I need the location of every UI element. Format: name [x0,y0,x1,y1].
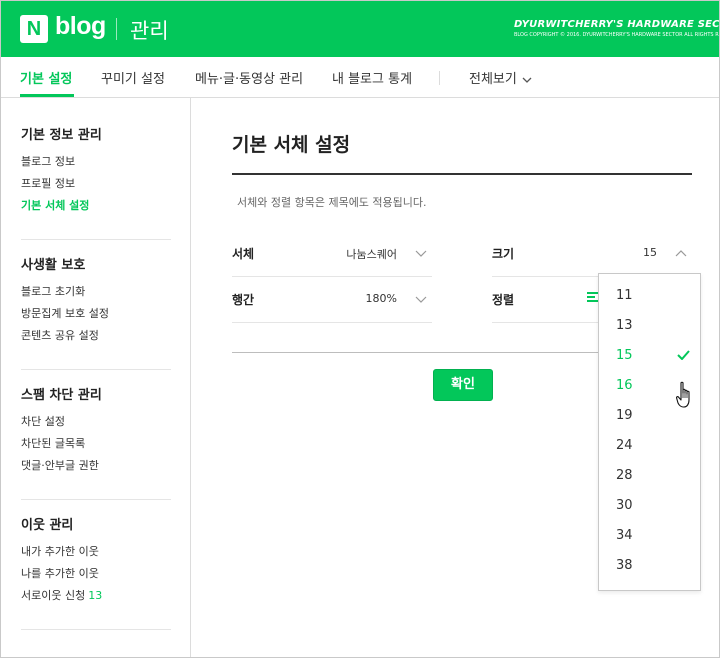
view-all-menu[interactable]: 전체보기 [469,68,532,87]
size-option[interactable]: 30 [599,491,700,521]
sidebar-item-added-me[interactable]: 나를 추가한 이웃 [21,563,171,585]
chevron-up-icon[interactable] [675,250,687,257]
sidebar-group-title: 이웃 관리 [21,518,74,533]
field-divider [492,322,598,323]
top-header: N blog 관리 DYURWITCHERRY'S HARDWARE SECTO… [1,1,719,57]
size-dropdown[interactable]: 11 13 15 16 19 24 28 30 34 38 [598,273,701,591]
size-option[interactable]: 28 [599,461,700,491]
field-divider [232,322,432,323]
sidebar-item-content-share[interactable]: 콘텐츠 공유 설정 [21,325,171,347]
view-all-label: 전체보기 [469,72,517,87]
request-count-badge: 13 [88,589,103,602]
blog-brand-banner[interactable]: DYURWITCHERRY'S HARDWARE SECTOR BLOG COP… [514,19,720,39]
tab-decorate-settings[interactable]: 꾸미기 설정 [101,68,165,87]
tab-basic-settings[interactable]: 기본 설정 [20,68,72,87]
field-divider [492,276,598,277]
sidebar-group-privacy: 사생활 보호 블로그 초기화 방문집계 보호 설정 콘텐츠 공유 설정 [21,257,171,347]
sidebar-group-title: 사생활 보호 [21,258,86,273]
active-tab-indicator [20,94,74,97]
chevron-down-icon [522,77,532,83]
sidebar-group-neighbors: 이웃 관리 내가 추가한 이웃 나를 추가한 이웃 서로이웃 신청 13 [21,517,171,607]
tab-menu-post-video[interactable]: 메뉴·글·동영상 관리 [195,68,303,87]
size-option-label: 15 [616,348,633,363]
tab-blog-stats[interactable]: 내 블로그 통계 [332,68,412,87]
brand-subtitle: BLOG COPYRIGHT © 2016. DYURWITCHERRY'S H… [514,32,719,38]
sidebar-item-comment-permission[interactable]: 댓글·안부글 권한 [21,455,171,477]
font-label: 서체 [232,247,255,261]
hand-pointer-cursor-icon [676,381,690,408]
checkmark-icon [677,350,690,360]
font-select-value[interactable]: 나눔스퀘어 [321,246,397,262]
section-title[interactable]: 관리 [130,15,169,45]
sidebar-item-blog-info[interactable]: 블로그 정보 [21,151,171,173]
sidebar-group-spam: 스팸 차단 관리 차단 설정 차단된 글목록 댓글·안부글 권한 [21,387,171,477]
size-option[interactable]: 34 [599,521,700,551]
size-option[interactable]: 38 [599,551,700,581]
title-rule [232,173,692,175]
align-label: 정렬 [492,293,515,307]
sidebar-group-title: 스팸 차단 관리 [21,388,102,403]
brand-title: DYURWITCHERRY'S HARDWARE SECTOR [514,19,720,30]
sidebar-divider [21,239,171,240]
nav-divider [439,71,440,85]
sidebar-item-basic-font[interactable]: 기본 서체 설정 [21,195,171,217]
logo-divider [116,18,117,40]
sidebar-item-label: 서로이웃 신청 [21,589,86,602]
sidebar-item-blog-reset[interactable]: 블로그 초기화 [21,281,171,303]
sidebar-item-mutual-request[interactable]: 서로이웃 신청 13 [21,585,171,607]
settings-nav: 기본 설정 꾸미기 설정 메뉴·글·동영상 관리 내 블로그 통계 전체보기 [1,57,719,98]
sidebar-divider [21,369,171,370]
page-title: 기본 서체 설정 [232,134,351,156]
confirm-button[interactable]: 확인 [433,369,493,401]
line-height-select-value[interactable]: 180% [331,292,397,305]
sidebar-item-block-settings[interactable]: 차단 설정 [21,411,171,433]
sidebar-item-blocked-posts[interactable]: 차단된 글목록 [21,433,171,455]
chevron-down-icon[interactable] [415,250,427,257]
size-option[interactable]: 24 [599,431,700,461]
size-option-selected[interactable]: 15 [599,341,700,371]
sidebar-item-profile-info[interactable]: 프로필 정보 [21,173,171,195]
sidebar-divider [21,629,171,630]
sidebar-group-title: 기본 정보 관리 [21,128,102,143]
field-divider [232,276,432,277]
size-label: 크기 [492,247,515,261]
line-height-label: 행간 [232,293,255,307]
sidebar-item-visit-protect[interactable]: 방문집계 보호 설정 [21,303,171,325]
notice-text: 서체와 정렬 항목은 제목에도 적용됩니다. [237,196,427,209]
size-option[interactable]: 13 [599,311,700,341]
chevron-down-icon[interactable] [415,296,427,303]
size-select-value[interactable]: 15 [621,246,657,259]
sidebar-divider [21,499,171,500]
size-option[interactable]: 11 [599,281,700,311]
blog-logo-text[interactable]: blog [55,12,106,41]
app-frame: N blog 관리 DYURWITCHERRY'S HARDWARE SECTO… [0,0,720,658]
sidebar-group-basic-info: 기본 정보 관리 블로그 정보 프로필 정보 기본 서체 설정 [21,127,171,217]
sidebar-item-my-neighbors[interactable]: 내가 추가한 이웃 [21,541,171,563]
naver-logo-icon[interactable]: N [20,15,48,43]
